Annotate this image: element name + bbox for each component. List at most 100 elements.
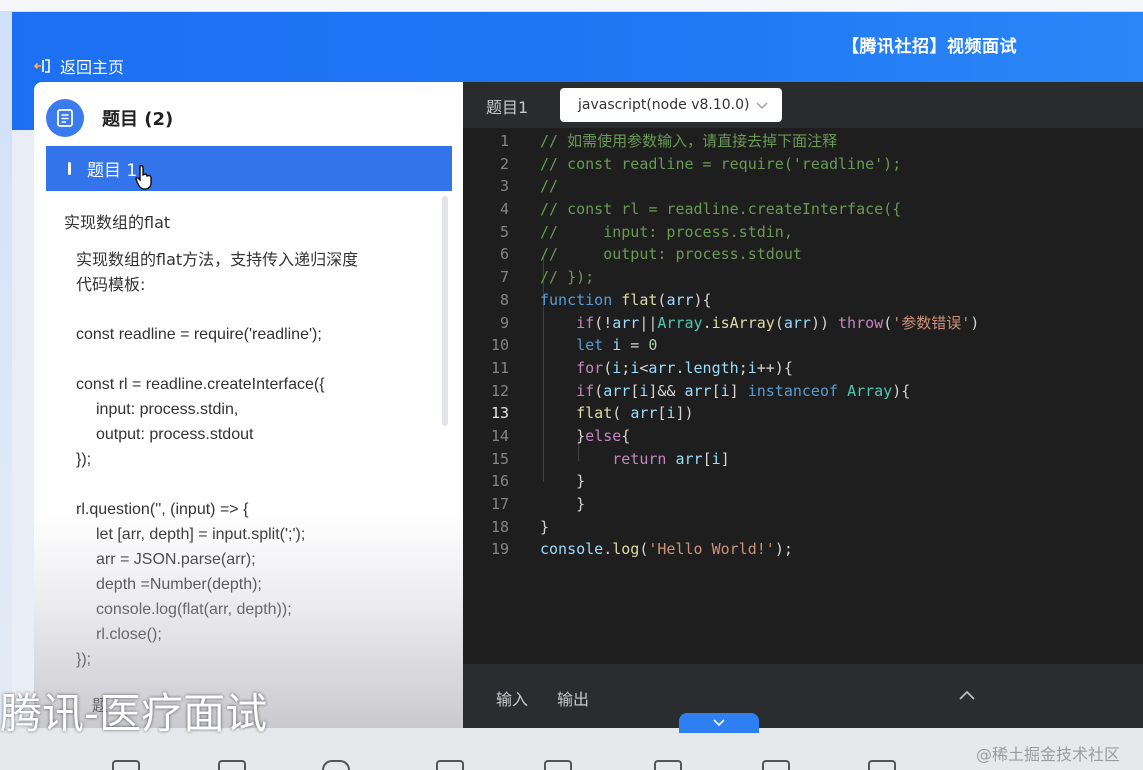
code-text: if(!arr||Array.isArray(arr)) throw('参数错误… [540, 312, 979, 335]
code-line: 1 // 如需使用参数输入，请直接去掉下面注释 [463, 130, 1143, 153]
toolbar-icon[interactable] [436, 760, 464, 770]
code-token: ){ [693, 290, 712, 309]
code-area[interactable]: 1 // 如需使用参数输入，请直接去掉下面注释 2 // const readline… [463, 130, 1143, 561]
line-number: 9 [499, 313, 509, 332]
code-line: 8 function flat(arr){ [463, 289, 1143, 312]
code-token: } [540, 426, 586, 445]
problem-panel: 题目 (2) 题目 1 实现数组的flat 实现数组的flat方法，支持传入递归… [34, 82, 463, 742]
code-template: const readline = require('readline'); con… [76, 322, 436, 672]
toolbar-icon[interactable] [112, 760, 140, 770]
code-token: [ [702, 449, 712, 468]
back-home-link[interactable]: 返回主页 [34, 54, 124, 78]
code-token: arr [675, 449, 703, 468]
mouse-pointer-icon [135, 165, 152, 190]
line-number: 7 [499, 268, 509, 287]
toolbar-icon[interactable] [322, 760, 350, 770]
language-select[interactable]: javascript(node v8.10.0) [560, 88, 782, 122]
collapse-toggle[interactable] [679, 713, 759, 733]
toolbar-icon[interactable] [762, 760, 790, 770]
code-token: arr [648, 358, 676, 377]
code-text: }else{ [540, 425, 630, 448]
line-number: 4 [499, 200, 509, 219]
line-number: 12 [490, 381, 509, 400]
code-token: . [603, 540, 613, 559]
code-line: 3 // [463, 175, 1143, 198]
input-tab[interactable]: 输入 [496, 686, 528, 710]
template-line: }); [76, 651, 92, 668]
code-token: if [576, 381, 595, 400]
code-line: 10 let i = 0 [463, 334, 1143, 357]
template-line: }); [76, 451, 92, 468]
toolbar-icon[interactable] [544, 760, 572, 770]
code-token: log [612, 540, 640, 559]
template-line: input: process.stdin, [96, 401, 239, 418]
toolbar-icon[interactable] [868, 760, 896, 770]
chevron-up-icon[interactable] [958, 686, 976, 704]
template-line [76, 472, 436, 497]
tab-indicator [68, 162, 71, 175]
code-token: arr [783, 313, 811, 332]
description-line: 代码模板: [76, 275, 146, 294]
code-token: = [621, 336, 649, 355]
template-line: const rl = readline.createInterface({ [76, 376, 325, 393]
question-tab-1[interactable]: 题目 1 [46, 146, 452, 191]
line-number: 2 [499, 154, 509, 173]
watermark: @稀土掘金技术社区 [976, 745, 1121, 764]
template-line: depth =Number(depth); [96, 576, 262, 593]
code-text: flat( arr[i]) [540, 402, 693, 425]
code-line: 6 // output: process.stdout [463, 243, 1143, 266]
code-text: console.log('Hello World!'); [540, 538, 793, 561]
line-number: 16 [490, 472, 509, 491]
code-token: arr [666, 290, 694, 309]
code-token: ; [621, 358, 631, 377]
code-text: for(i;i<arr.length;i++){ [540, 357, 793, 380]
toolbar-icon[interactable] [218, 760, 246, 770]
toolbar-icon[interactable] [654, 760, 682, 770]
line-number: 17 [490, 495, 509, 513]
question-tab-label: 题目 1 [87, 161, 138, 181]
editor-tab[interactable]: 题目1 [486, 94, 528, 118]
code-token: i [711, 449, 721, 468]
line-number: 18 [490, 517, 509, 536]
problem-count-title: 题目 (2) [102, 109, 174, 130]
code-line: 2 // const readline = require('readline')… [463, 153, 1143, 176]
code-token: i [630, 358, 640, 377]
code-token: (! [594, 313, 613, 332]
code-token: arr [684, 381, 712, 400]
code-line: 12 if(arr[i]&& arr[i] instanceof Array){ [463, 380, 1143, 403]
code-token: arr [612, 313, 640, 332]
code-token: Array [847, 381, 893, 400]
code-text: // }); [540, 266, 594, 289]
code-token: )) [810, 313, 839, 332]
template-line: rl.close(); [96, 626, 162, 643]
code-token: for [576, 358, 604, 377]
line-number: 8 [499, 290, 509, 309]
code-token: i [612, 336, 622, 355]
code-text: } [540, 470, 585, 493]
code-line: 16 } [463, 470, 1143, 493]
code-token: ( [774, 313, 784, 332]
template-line [76, 347, 436, 372]
template-line: console.log(flat(arr, depth)); [96, 601, 292, 618]
problem-description: 实现数组的flat方法，支持传入递归深度 代码模板: [76, 247, 426, 297]
code-token: // output: process.stdout [540, 245, 802, 264]
code-text: } [540, 516, 549, 539]
code-text: return arr[i] [540, 448, 729, 471]
code-line: 18} [463, 516, 1143, 539]
output-tab[interactable]: 输出 [557, 686, 589, 710]
code-token: // 如需使用参数输入，请直接去掉下面注释 [540, 132, 838, 150]
code-line: 19 console.log('Hello World!'); [463, 538, 1143, 561]
code-token: 0 [648, 336, 658, 355]
code-token: || [639, 313, 658, 332]
back-arrow-icon [34, 59, 50, 73]
code-token: . [702, 313, 712, 332]
scrollbar[interactable] [442, 196, 448, 426]
code-line: 11 for(i;i<arr.length;i++){ [463, 357, 1143, 380]
line-number: 14 [490, 426, 509, 445]
description-line: 实现数组的flat方法，支持传入递归深度 [76, 250, 359, 269]
template-line: rl.question('', (input) => { [76, 501, 249, 518]
